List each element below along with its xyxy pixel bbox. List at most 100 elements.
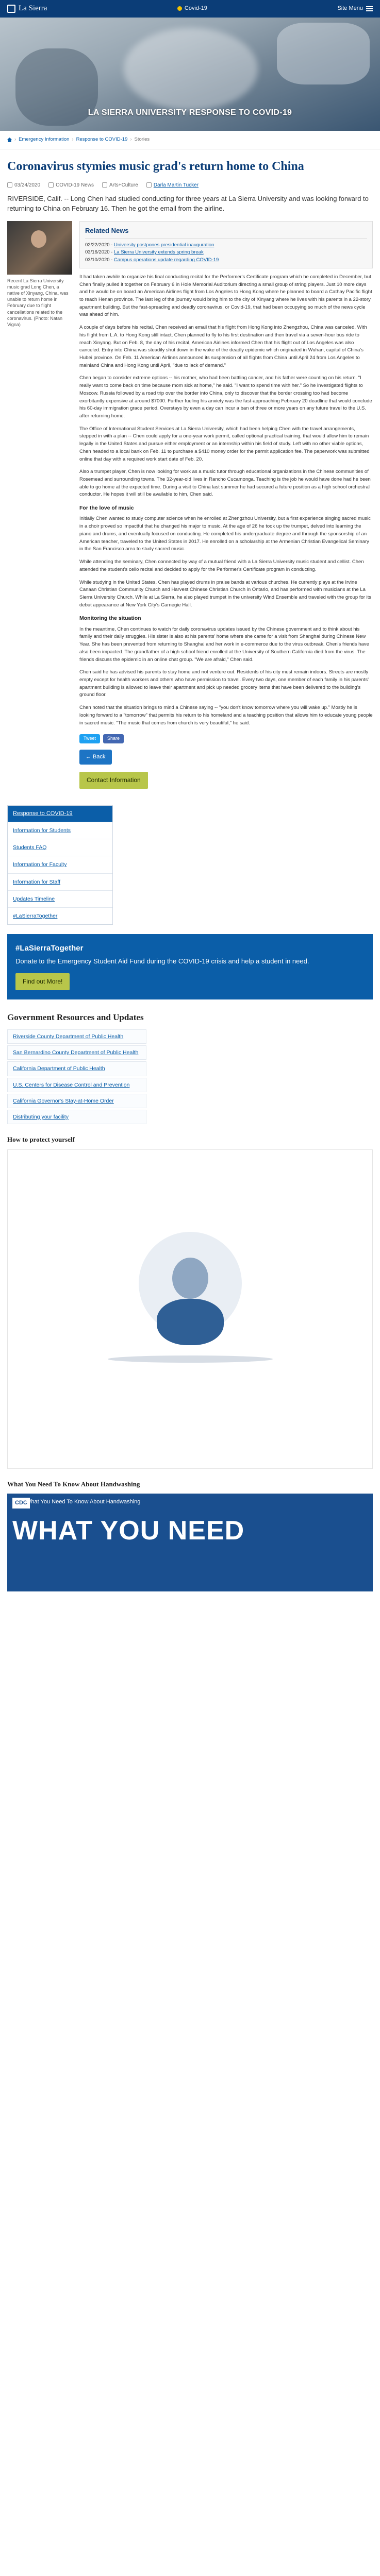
related-news-link[interactable]: Campus operations update regarding COVID… (114, 257, 219, 263)
protect-yourself-video[interactable] (7, 1149, 373, 1469)
breadcrumb-separator: › (130, 137, 132, 142)
article-body-top: Recent La Sierra University music grad L… (7, 221, 373, 800)
related-news-item: 03/16/2020 - La Sierra University extend… (85, 249, 204, 256)
handwashing-video[interactable]: CDC What You Need To Know About Handwash… (7, 1493, 373, 1591)
related-news: Related News 02/22/2020 - University pos… (79, 221, 373, 268)
resource-link[interactable]: Riverside County Department of Public He… (7, 1029, 146, 1044)
site-logo[interactable]: La Sierra (7, 3, 47, 14)
meta-tag[interactable]: Arts+Culture (102, 181, 138, 190)
meta-date: 03/24/2020 (7, 181, 40, 190)
article-paragraph: Chen noted that the situation brings to … (79, 705, 373, 726)
breadcrumb-item[interactable]: Response to COVID-19 (76, 136, 128, 144)
illustration-shape (156, 1298, 224, 1345)
back-button[interactable]: ← Back (79, 750, 112, 765)
article-paragraph: While studying in the United States, Che… (79, 579, 372, 608)
article-lead: RIVERSIDE, Calif. -- Long Chen had studi… (7, 195, 369, 213)
folder-icon (48, 182, 54, 188)
article-figure: Recent La Sierra University music grad L… (7, 221, 72, 328)
article-column: Related News 02/22/2020 - University pos… (79, 221, 373, 800)
promo-text: Donate to the Emergency Student Aid Fund… (15, 957, 309, 965)
section-nav-item[interactable]: #LaSierraTogether (8, 907, 112, 925)
government-resources-title: Government Resources and Updates (7, 1012, 144, 1022)
article: Coronavirus stymies music grad's return … (0, 149, 380, 805)
article-paragraph: Chen said he has advised his parents to … (79, 669, 369, 698)
related-news-item: 02/22/2020 - University postpones presid… (85, 242, 214, 248)
section-nav-item[interactable]: Students FAQ (8, 839, 112, 856)
figure-photo (7, 221, 72, 275)
illustration-shape (107, 1355, 273, 1363)
article-meta: 03/24/2020 COVID-19 News Arts+Culture Da… (7, 181, 373, 190)
share-buttons: Tweet Share (79, 734, 373, 744)
section-nav-title[interactable]: Response to COVID-19 (8, 805, 112, 822)
hero-title: LA SIERRA UNIVERSITY RESPONSE TO COVID-1… (88, 108, 292, 117)
article-paragraph: Chen began to consider extreme options -… (79, 375, 372, 419)
section-heading: Monitoring the situation (79, 615, 141, 622)
section-nav-item[interactable]: Information for Students (8, 821, 112, 839)
meta-tag-text: Arts+Culture (109, 182, 138, 188)
related-news-date: 03/16/2020 (85, 249, 110, 256)
video-section-title: What You Need To Know About Handwashing (7, 1480, 140, 1488)
related-news-item: 03/10/2020 - Campus operations update re… (85, 257, 219, 263)
find-out-more-button[interactable]: Find out More! (15, 973, 70, 990)
tweet-button[interactable]: Tweet (79, 734, 101, 744)
article-paragraph: Also a trumpet player, Chen is now looki… (79, 469, 371, 498)
related-news-link[interactable]: La Sierra University extends spring brea… (114, 249, 204, 255)
resource-link[interactable]: California Governor's Stay-at-Home Order (7, 1093, 146, 1109)
breadcrumb-separator: › (14, 137, 16, 142)
figure-caption: Recent La Sierra University music grad L… (7, 278, 69, 327)
section-heading: For the love of music (79, 505, 134, 512)
covid-link[interactable]: Covid-19 (177, 4, 207, 13)
site-menu-button[interactable]: Site Menu (337, 4, 373, 13)
video-thumbnail-text: WHAT YOU NEED (12, 1515, 245, 1546)
meta-author-link[interactable]: Darla Martin Tucker (154, 181, 199, 190)
related-news-title: Related News (85, 226, 367, 239)
protect-yourself-section: How to protect yourself (0, 1134, 380, 1469)
section-nav-item[interactable]: Information for Staff (8, 873, 112, 890)
article-paragraph: Initially Chen wanted to study computer … (79, 516, 371, 552)
article-paragraph: In the meantime, Chen continues to watch… (79, 626, 369, 663)
meta-category[interactable]: COVID-19 News (48, 181, 94, 190)
tag-icon (102, 182, 107, 188)
page-title: Coronavirus stymies music grad's return … (7, 159, 304, 173)
resource-link[interactable]: California Department of Public Health (7, 1061, 146, 1076)
meta-author[interactable]: Darla Martin Tucker (146, 181, 199, 190)
video-embed-title[interactable]: What You Need To Know About Handwashing (26, 1498, 140, 1506)
article-paragraph: A couple of days before his recital, Che… (79, 325, 367, 368)
article-paragraph: While attending the seminary, Chen conne… (79, 559, 364, 572)
article-paragraph: It had taken awhile to organize his fina… (79, 274, 372, 318)
donation-promo: #LaSierraTogether Donate to the Emergenc… (7, 934, 373, 999)
calendar-icon (7, 182, 12, 188)
resource-link[interactable]: U.S. Centers for Disease Control and Pre… (7, 1077, 146, 1092)
section-nav: Response to COVID-19 Information for Stu… (7, 805, 113, 925)
top-bar: La Sierra Covid-19 Site Menu (0, 0, 380, 18)
government-resources: Government Resources and Updates Riversi… (0, 1011, 380, 1125)
promo-title: #LaSierraTogether (15, 944, 84, 953)
breadcrumb-current: Stories (134, 137, 150, 142)
related-news-link[interactable]: University postpones presidential inaugu… (114, 242, 214, 248)
breadcrumb-item[interactable]: Emergency Information (19, 136, 69, 144)
logo-mark-icon (7, 5, 15, 13)
breadcrumb-separator: › (72, 137, 74, 142)
logo-text: La Sierra (19, 4, 47, 13)
hamburger-icon (366, 6, 373, 11)
alert-dot-icon (177, 6, 182, 11)
meta-date-text: 03/24/2020 (14, 182, 41, 188)
illustration-shape (172, 1257, 208, 1299)
video-illustration (46, 1185, 335, 1433)
resource-link[interactable]: Distributing your facility (7, 1110, 146, 1125)
article-paragraph: The Office of International Student Serv… (79, 426, 370, 462)
related-news-date: 02/22/2020 (85, 242, 110, 248)
home-icon[interactable] (7, 137, 12, 142)
resource-link[interactable]: San Bernardino County Department of Publ… (7, 1045, 146, 1060)
section-nav-item[interactable]: Information for Faculty (8, 856, 112, 873)
hero-image-shape (124, 28, 258, 110)
hero-image-shape (277, 23, 370, 84)
user-icon (146, 182, 152, 188)
contact-information-button[interactable]: Contact Information (79, 772, 148, 789)
section-nav-item[interactable]: Updates Timeline (8, 890, 112, 908)
site-menu-label: Site Menu (337, 5, 363, 12)
facebook-share-button[interactable]: Share (103, 734, 124, 744)
video-section-title: How to protect yourself (7, 1136, 75, 1144)
related-news-date: 03/10/2020 (85, 257, 110, 263)
breadcrumb: › Emergency Information › Response to CO… (0, 131, 380, 149)
